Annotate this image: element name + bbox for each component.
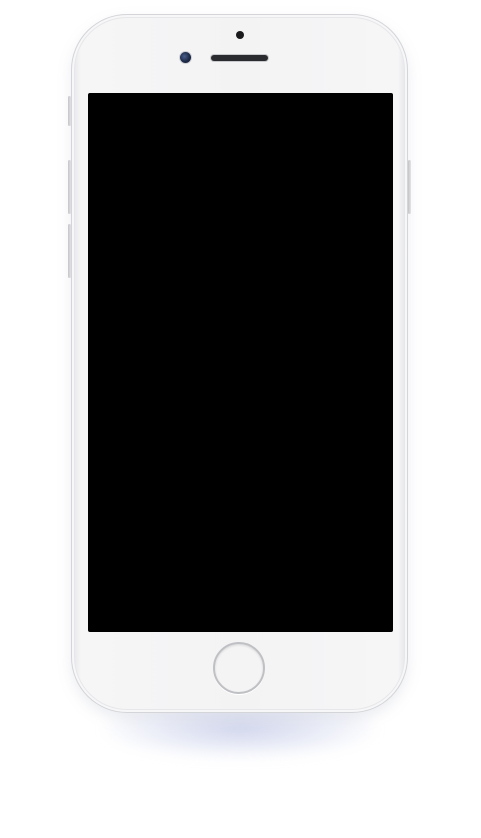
phone-mockup-stage: [0, 0, 481, 838]
earpiece-speaker-icon: [211, 55, 268, 61]
front-camera-icon: [180, 52, 191, 63]
phone-screen[interactable]: [88, 93, 393, 632]
proximity-sensor-icon: [236, 31, 244, 39]
home-button[interactable]: [213, 642, 265, 694]
power-button[interactable]: [408, 160, 411, 214]
